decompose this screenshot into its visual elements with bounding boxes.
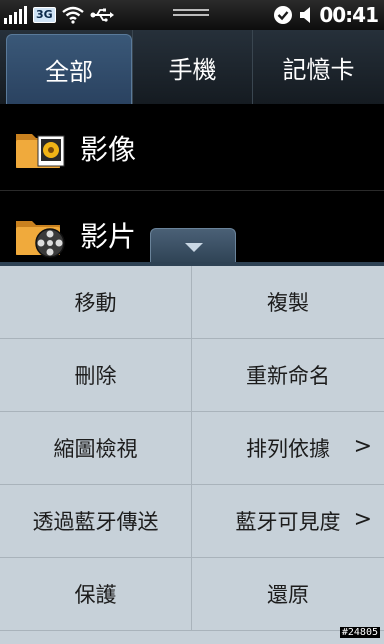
- notification-handle-icon[interactable]: [173, 9, 209, 19]
- tab-memory-card[interactable]: 記憶卡: [252, 30, 384, 104]
- menu-item-bluetooth-visibility[interactable]: 藍牙可見度 >: [192, 485, 384, 558]
- menu-item-sort-by[interactable]: 排列依據 >: [192, 412, 384, 485]
- alarm-clock-icon: [274, 6, 293, 24]
- menu-collapse-button[interactable]: [150, 228, 236, 264]
- list-item-label: 影片: [80, 220, 137, 253]
- chevron-right-icon: >: [353, 434, 372, 459]
- wifi-icon: [61, 6, 84, 24]
- chevron-down-icon: [185, 243, 203, 252]
- status-time: 00:41: [319, 3, 379, 27]
- usb-icon: [90, 8, 114, 22]
- list-item-label: 影像: [80, 133, 137, 166]
- menu-item-send-via-bluetooth[interactable]: 透過藍牙傳送: [0, 485, 192, 558]
- menu-item-move[interactable]: 移動: [0, 266, 192, 339]
- status-left-icons: 3G: [4, 4, 114, 26]
- tab-phone[interactable]: 手機: [132, 30, 252, 104]
- signal-icon: [4, 6, 27, 24]
- watermark: #24805: [339, 627, 380, 638]
- volume-icon: [300, 7, 311, 23]
- image-folder-icon: [16, 134, 65, 168]
- menu-item-rename[interactable]: 重新命名: [192, 339, 384, 412]
- chevron-right-icon: >: [353, 507, 372, 532]
- network-3g-icon: 3G: [33, 7, 56, 23]
- status-bar: 3G 00:41: [0, 0, 384, 30]
- tab-all[interactable]: 全部: [6, 34, 132, 104]
- menu-item-restore[interactable]: 還原: [192, 558, 384, 631]
- tab-bar: 全部 手機 記憶卡: [0, 30, 384, 104]
- video-folder-icon: [16, 221, 65, 258]
- menu-item-delete[interactable]: 刪除: [0, 339, 192, 412]
- options-menu: 移動 複製 刪除 重新命名 縮圖檢視 排列依據 > 透過藍牙傳送 藍牙可見度 > 保…: [0, 262, 384, 644]
- list-item-images[interactable]: 影像: [0, 104, 384, 191]
- menu-item-protect[interactable]: 保護: [0, 558, 192, 631]
- menu-item-thumbnail-view[interactable]: 縮圖檢視: [0, 412, 192, 485]
- menu-item-copy[interactable]: 複製: [192, 266, 384, 339]
- status-right-icons: 00:41: [273, 3, 379, 27]
